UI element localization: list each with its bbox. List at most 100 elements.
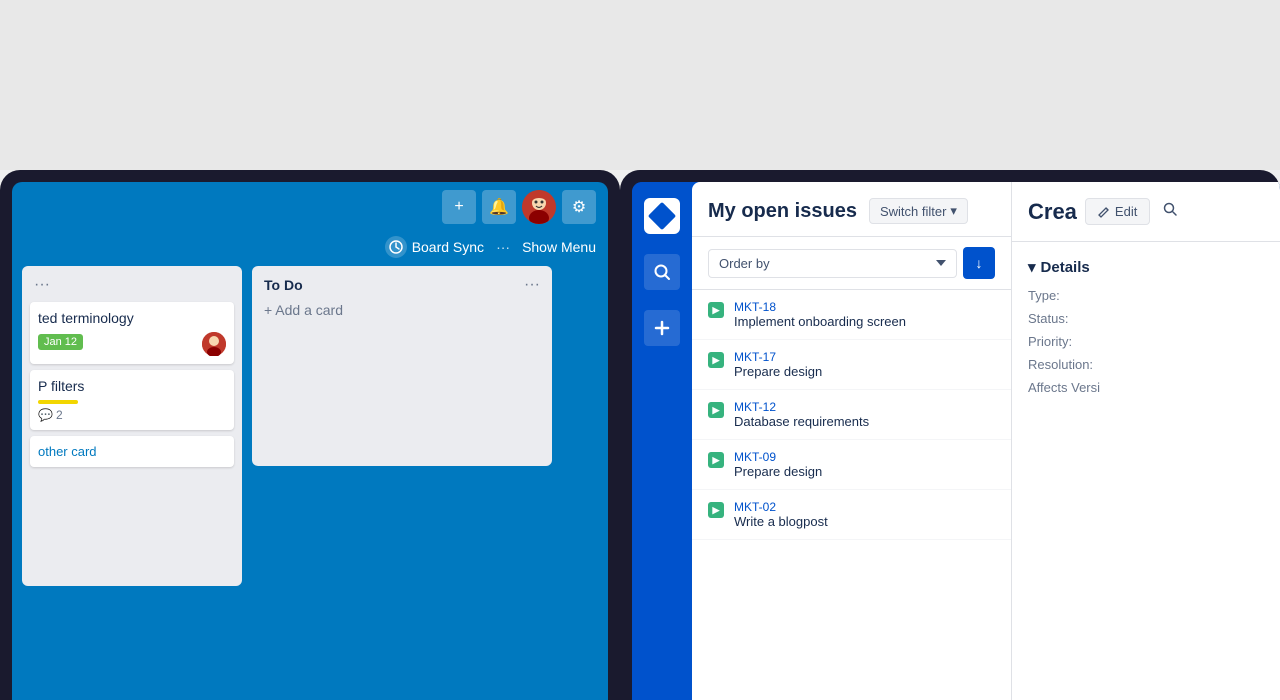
avatar[interactable] bbox=[522, 190, 556, 224]
issue-icon: ▶ bbox=[708, 502, 724, 518]
issue-key: MKT-09 bbox=[734, 450, 995, 464]
devices-row: + 🔔 ⚙ bbox=[0, 170, 1280, 700]
issue-key: MKT-02 bbox=[734, 500, 995, 514]
device-right: My open issues Switch filter ▾ Order by … bbox=[620, 170, 1280, 700]
detail-search-icon[interactable] bbox=[1162, 201, 1178, 222]
issues-title-row: My open issues Switch filter ▾ bbox=[708, 198, 995, 224]
board-sync-label: Board Sync bbox=[412, 239, 484, 255]
todo-column: To Do ··· + Add a card bbox=[252, 266, 552, 466]
chevron-down-icon: ▾ bbox=[950, 203, 957, 219]
create-title: Crea bbox=[1028, 199, 1077, 225]
issue-key: MKT-12 bbox=[734, 400, 995, 414]
dots-menu-button[interactable]: ··· bbox=[492, 239, 514, 255]
card-comment: 💬 2 bbox=[38, 408, 63, 422]
issue-icon: ▶ bbox=[708, 452, 724, 468]
card-title-2: P filters bbox=[38, 378, 226, 394]
jira-app: My open issues Switch filter ▾ Order by … bbox=[632, 182, 1280, 700]
chevron-down-icon: ▾ bbox=[1028, 258, 1036, 276]
issue-key: MKT-18 bbox=[734, 300, 995, 314]
details-row: Status: bbox=[1028, 311, 1264, 326]
details-label: Status: bbox=[1028, 311, 1118, 326]
card-title-1: ted terminology bbox=[38, 310, 226, 326]
edit-button[interactable]: Edit bbox=[1085, 198, 1150, 225]
edit-label: Edit bbox=[1115, 204, 1137, 219]
issue-summary: Database requirements bbox=[734, 414, 995, 429]
issue-summary: Prepare design bbox=[734, 464, 995, 479]
jira-main: My open issues Switch filter ▾ Order by … bbox=[692, 182, 1280, 700]
issue-key: MKT-17 bbox=[734, 350, 995, 364]
details-row: Type: bbox=[1028, 288, 1264, 303]
settings-button[interactable]: ⚙ bbox=[562, 190, 596, 224]
card-link-text: other card bbox=[38, 444, 226, 459]
card-yellow-bar bbox=[38, 400, 78, 404]
details-label: Type: bbox=[1028, 288, 1118, 303]
details-section-title: ▾ Details bbox=[1028, 258, 1264, 276]
jira-logo-diamond bbox=[648, 202, 676, 230]
issue-icon: ▶ bbox=[708, 352, 724, 368]
top-area bbox=[0, 0, 1280, 170]
trello-card-3[interactable]: other card bbox=[30, 436, 234, 467]
details-label: Affects Versi bbox=[1028, 380, 1118, 395]
issues-header: My open issues Switch filter ▾ bbox=[692, 182, 1011, 237]
order-by-select[interactable]: Order by bbox=[708, 249, 957, 278]
column-header-todo: To Do ··· bbox=[260, 274, 544, 296]
add-card-button[interactable]: + Add a card bbox=[260, 296, 544, 324]
device-left: + 🔔 ⚙ bbox=[0, 170, 620, 700]
sort-direction-button[interactable]: ↓ bbox=[963, 247, 995, 279]
card-footer-2: 💬 2 bbox=[38, 408, 226, 422]
details-row: Affects Versi bbox=[1028, 380, 1264, 395]
issue-summary: Write a blogpost bbox=[734, 514, 995, 529]
todo-column-menu-button[interactable]: ··· bbox=[524, 276, 540, 294]
issue-list: ▶ MKT-18 Implement onboarding screen ▶ M… bbox=[692, 290, 1011, 700]
switch-filter-label: Switch filter bbox=[880, 204, 946, 219]
trello-toolbar: + 🔔 ⚙ bbox=[12, 182, 608, 232]
detail-body: ▾ Details Type: Status: Priority: Resolu… bbox=[1012, 242, 1280, 700]
card-comment-count: 2 bbox=[56, 408, 63, 422]
trello-card-2[interactable]: P filters 💬 2 bbox=[30, 370, 234, 430]
detail-panel: Crea Edit bbox=[1012, 182, 1280, 700]
issue-icon: ▶ bbox=[708, 402, 724, 418]
issues-title: My open issues bbox=[708, 200, 857, 223]
switch-filter-button[interactable]: Switch filter ▾ bbox=[869, 198, 968, 224]
trello-board: + 🔔 ⚙ bbox=[12, 182, 608, 700]
issue-summary: Implement onboarding screen bbox=[734, 314, 995, 329]
details-section-label: Details bbox=[1041, 259, 1090, 276]
issue-summary: Prepare design bbox=[734, 364, 995, 379]
issue-info: MKT-18 Implement onboarding screen bbox=[734, 300, 995, 329]
issue-item[interactable]: ▶ MKT-18 Implement onboarding screen bbox=[692, 290, 1011, 340]
issue-info: MKT-12 Database requirements bbox=[734, 400, 995, 429]
details-label: Resolution: bbox=[1028, 357, 1118, 372]
show-menu-button[interactable]: Show Menu bbox=[522, 239, 596, 255]
issue-item[interactable]: ▶ MKT-17 Prepare design bbox=[692, 340, 1011, 390]
issue-item[interactable]: ▶ MKT-12 Database requirements bbox=[692, 390, 1011, 440]
board-sync-link[interactable]: Board Sync bbox=[385, 236, 484, 258]
issue-info: MKT-17 Prepare design bbox=[734, 350, 995, 379]
order-bar: Order by ↓ bbox=[692, 237, 1011, 290]
jira-logo bbox=[644, 198, 680, 234]
issue-icon: ▶ bbox=[708, 302, 724, 318]
details-rows: Type: Status: Priority: Resolution: Affe… bbox=[1028, 288, 1264, 395]
card-avatar-1 bbox=[202, 332, 226, 356]
issue-info: MKT-02 Write a blogpost bbox=[734, 500, 995, 529]
add-button[interactable]: + bbox=[442, 190, 476, 224]
column-menu-button[interactable]: ··· bbox=[34, 276, 50, 294]
details-label: Priority: bbox=[1028, 334, 1118, 349]
jira-add-icon[interactable] bbox=[644, 310, 680, 346]
board-columns: ··· ted terminology Jan 12 bbox=[12, 266, 608, 684]
card-column-partial: ··· ted terminology Jan 12 bbox=[22, 266, 242, 586]
jira-sidebar bbox=[632, 182, 692, 700]
issue-item[interactable]: ▶ MKT-02 Write a blogpost bbox=[692, 490, 1011, 540]
issue-item[interactable]: ▶ MKT-09 Prepare design bbox=[692, 440, 1011, 490]
notifications-button[interactable]: 🔔 bbox=[482, 190, 516, 224]
issue-info: MKT-09 Prepare design bbox=[734, 450, 995, 479]
issues-panel: My open issues Switch filter ▾ Order by … bbox=[692, 182, 1012, 700]
details-row: Priority: bbox=[1028, 334, 1264, 349]
column-title-todo: To Do bbox=[264, 277, 303, 293]
detail-header: Crea Edit bbox=[1012, 182, 1280, 242]
board-sync-icon bbox=[385, 236, 407, 258]
trello-card-1[interactable]: ted terminology Jan 12 bbox=[30, 302, 234, 364]
card-label-green: Jan 12 bbox=[38, 334, 83, 350]
board-nav: Board Sync ··· Show Menu bbox=[12, 232, 608, 266]
jira-search-icon[interactable] bbox=[644, 254, 680, 290]
details-row: Resolution: bbox=[1028, 357, 1264, 372]
